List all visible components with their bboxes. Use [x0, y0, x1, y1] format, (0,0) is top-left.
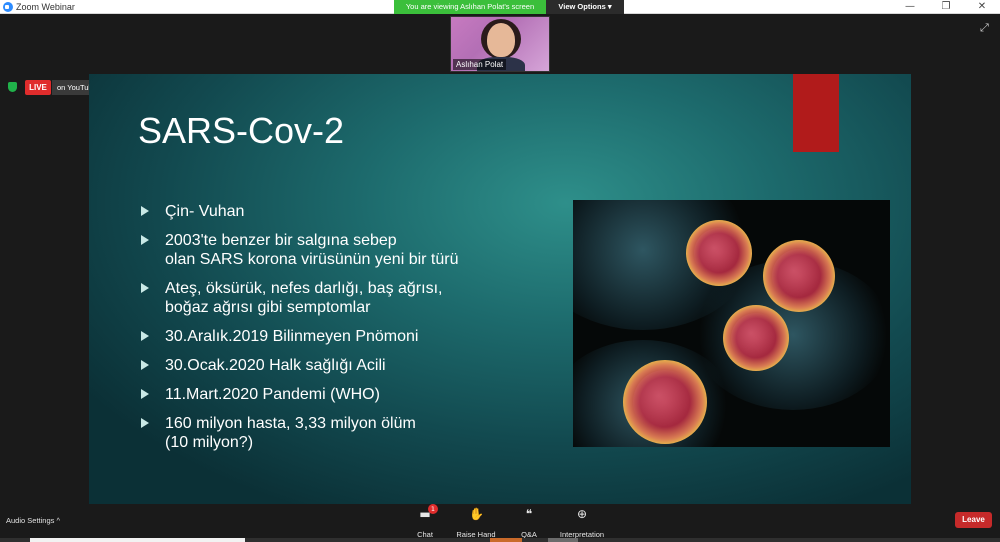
speaker-face: [487, 23, 515, 57]
coronavirus-micrograph-image: [573, 200, 890, 447]
bullet-arrow-icon: [141, 235, 149, 245]
bullet-text: Ateş, öksürük, nefes darlığı, baş ağrısı…: [165, 280, 443, 316]
viewing-screen-label: You are viewing Aslıhan Polat's screen: [394, 0, 546, 14]
chat-unread-badge: 1: [428, 504, 438, 514]
maximize-button[interactable]: ❐: [928, 0, 964, 14]
virus-particle: [623, 360, 707, 444]
taskbar-app-icon[interactable]: [548, 538, 578, 542]
bullet-text: 11.Mart.2020 Pandemi (WHO): [165, 386, 380, 403]
audio-settings-button[interactable]: Audio Settings ^: [6, 516, 60, 525]
slide-accent-block: [793, 74, 839, 152]
list-item: 30.Aralık.2019 Bilinmeyen Pnömoni: [139, 327, 539, 346]
virus-particle: [686, 220, 752, 286]
list-item: 2003'te benzer bir salgına sebep olan SA…: [139, 231, 539, 269]
fullscreen-icon[interactable]: ⤢: [980, 22, 992, 34]
raise-hand-button[interactable]: ✋ Raise Hand: [446, 508, 506, 542]
shared-slide: SARS-Cov-2 Çin- Vuhan 2003'te benzer bir…: [89, 74, 911, 504]
view-options-button[interactable]: View Options ▾: [546, 0, 624, 14]
bullet-arrow-icon: [141, 418, 149, 428]
bullet-text: 2003'te benzer bir salgına sebep olan SA…: [165, 232, 459, 268]
bullet-arrow-icon: [141, 360, 149, 370]
interpretation-button[interactable]: ⊕ Interpretation: [552, 508, 612, 542]
meeting-toolbar: Audio Settings ^ ▬ 1 Chat ✋ Raise Hand ❝ …: [0, 504, 1000, 542]
bullet-arrow-icon: [141, 283, 149, 293]
speaker-name: Aslıhan Polat: [453, 59, 507, 70]
bullet-arrow-icon: [141, 389, 149, 399]
slide-title: SARS-Cov-2: [138, 110, 345, 151]
speaker-video-thumbnail[interactable]: Aslıhan Polat: [450, 16, 550, 72]
bullet-text: Çin- Vuhan: [165, 203, 245, 220]
screen-share-banner: You are viewing Aslıhan Polat's screen V…: [394, 0, 624, 14]
zoom-logo-icon: [3, 2, 13, 12]
os-taskbar: [0, 538, 1000, 542]
hand-icon: ✋: [469, 507, 484, 521]
bullet-arrow-icon: [141, 331, 149, 341]
taskbar-search-box[interactable]: [30, 538, 245, 542]
window-controls: — ❐ ✕: [892, 0, 1000, 14]
bullet-arrow-icon: [141, 206, 149, 216]
taskbar-app-icon[interactable]: [490, 538, 522, 542]
list-item: Çin- Vuhan: [139, 202, 539, 221]
virus-particle: [723, 305, 789, 371]
list-item: 30.Ocak.2020 Halk sağlığı Acili: [139, 356, 539, 375]
list-item: 11.Mart.2020 Pandemi (WHO): [139, 385, 539, 404]
list-item: Ateş, öksürük, nefes darlığı, baş ağrısı…: [139, 279, 539, 317]
shield-icon: [8, 82, 17, 92]
chat-bubble-icon: ▬ 1: [418, 504, 438, 521]
zoom-webinar-window: Zoom Webinar — ❐ ✕ You are viewing Aslıh…: [0, 0, 1000, 542]
qa-bubbles-icon: ❝: [525, 507, 533, 521]
list-item: 160 milyon hasta, 3,33 milyon ölüm (10 m…: [139, 414, 539, 452]
minimize-button[interactable]: —: [892, 0, 928, 14]
qa-button[interactable]: ❝ Q&A: [499, 508, 559, 542]
window-title: Zoom Webinar: [16, 2, 75, 12]
bullet-text: 160 milyon hasta, 3,33 milyon ölüm (10 m…: [165, 415, 416, 451]
virus-particle: [763, 240, 835, 312]
bullet-text: 30.Ocak.2020 Halk sağlığı Acili: [165, 357, 386, 374]
bullet-text: 30.Aralık.2019 Bilinmeyen Pnömoni: [165, 328, 419, 345]
globe-icon: ⊕: [576, 507, 588, 521]
slide-bullet-list: Çin- Vuhan 2003'te benzer bir salgına se…: [139, 202, 539, 462]
live-badge: LIVE: [25, 80, 51, 95]
leave-button[interactable]: Leave: [955, 512, 992, 528]
close-button[interactable]: ✕: [964, 0, 1000, 14]
